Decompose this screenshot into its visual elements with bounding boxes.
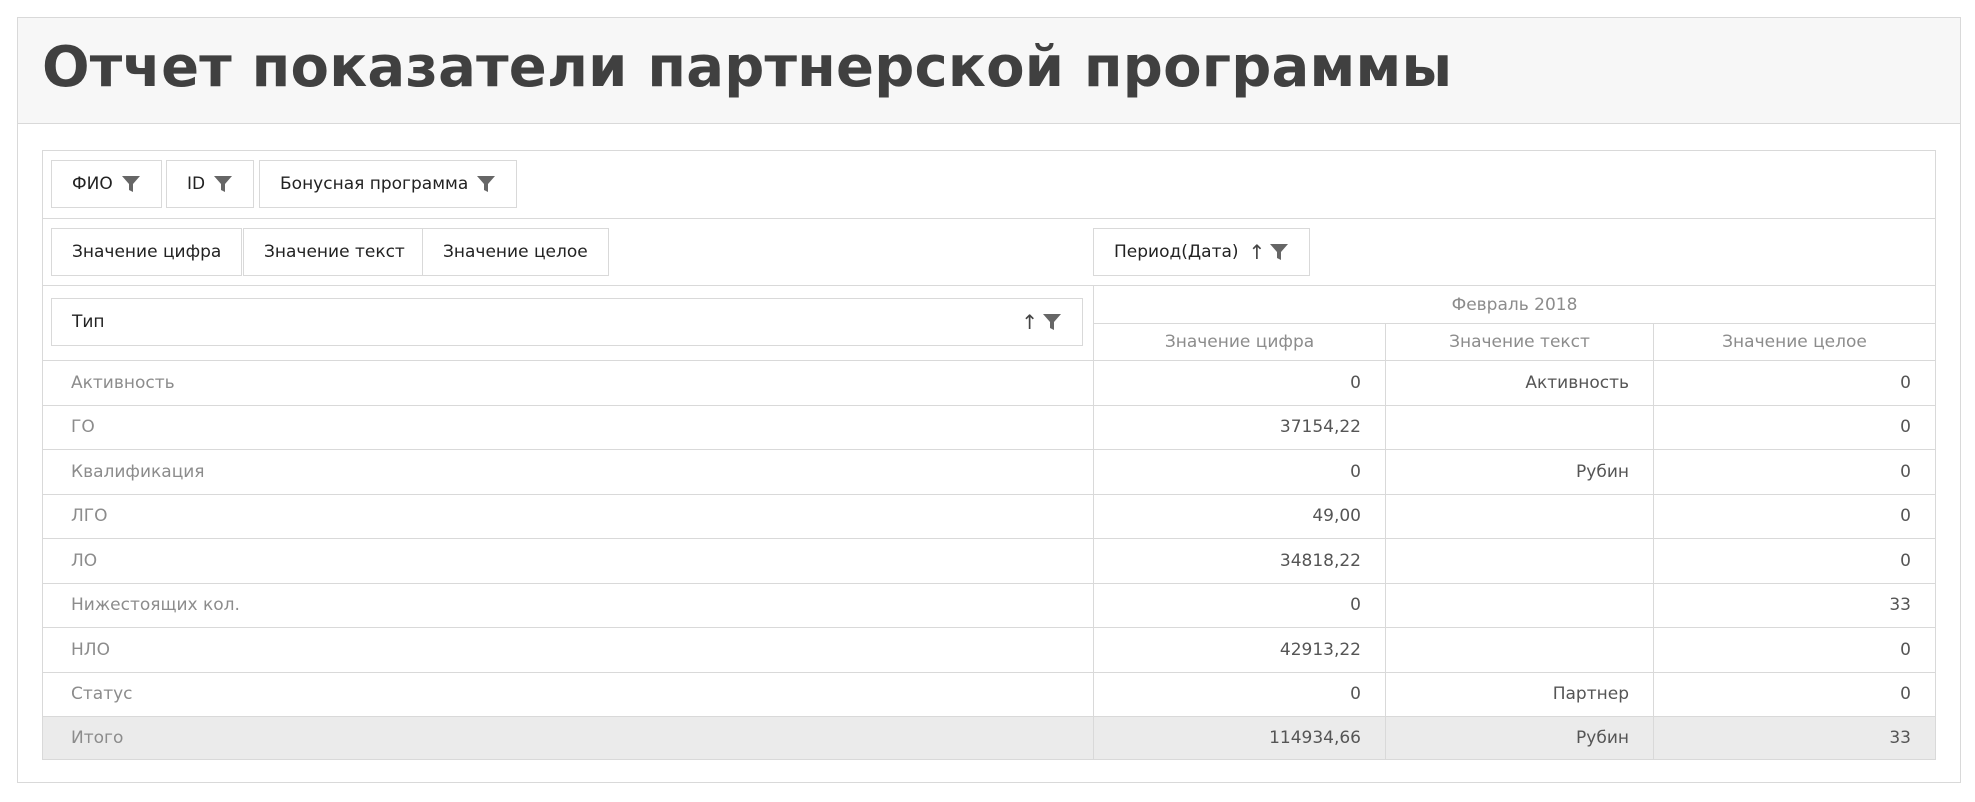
sort-ascending-icon[interactable]: ↑ [1021, 312, 1038, 332]
total-label: Итого [71, 728, 124, 748]
table-row: Статус 0 Партнер 0 [43, 672, 1935, 717]
cell-integer: 0 [1653, 494, 1935, 538]
total-text: Рубин [1385, 717, 1653, 759]
filter-funnel-icon[interactable] [121, 174, 141, 194]
table-row: Квалификация 0 Рубин 0 [43, 450, 1935, 495]
column-header-integer: Значение целое [1653, 324, 1935, 361]
cell-number: 0 [1093, 672, 1385, 716]
row-label: Нижестоящих кол. [71, 595, 240, 616]
table-row: ЛО 34818,22 0 [43, 539, 1935, 584]
cell-text [1385, 628, 1653, 672]
cell-number: 49,00 [1093, 494, 1385, 538]
cell-number: 42913,22 [1093, 628, 1385, 672]
row-label: ЛО [71, 550, 98, 571]
cell-integer: 0 [1653, 539, 1935, 583]
row-label: ЛГО [71, 506, 108, 527]
filter-area: ФИО ID Бонусная программа [43, 151, 1935, 219]
column-field-chip-period[interactable]: Период(Дата) ↑ [1093, 228, 1311, 276]
cell-text: Партнер [1385, 672, 1653, 716]
filter-funnel-icon[interactable] [476, 174, 496, 194]
column-header-text: Значение текст [1385, 324, 1653, 361]
cell-number: 0 [1093, 583, 1385, 627]
field-chip-label: Значение цифра [72, 242, 222, 262]
data-field-chip-number[interactable]: Значение цифра [51, 228, 243, 276]
period-column-header: Февраль 2018 [1093, 286, 1935, 324]
column-header-number: Значение цифра [1093, 324, 1385, 361]
page-header: Отчет показатели партнерской программы [18, 18, 1960, 124]
filter-funnel-icon[interactable] [213, 174, 233, 194]
row-label: Статус [71, 684, 133, 705]
field-chip-id[interactable]: ID [166, 160, 255, 208]
cell-integer: 33 [1653, 583, 1935, 627]
cell-text [1385, 405, 1653, 449]
field-chip-label: Значение текст [264, 242, 405, 262]
filter-funnel-icon[interactable] [1042, 312, 1062, 332]
field-chip-bonus-program[interactable]: Бонусная программа [259, 160, 518, 208]
row-label: Активность [71, 372, 175, 393]
cell-text: Активность [1385, 361, 1653, 405]
cell-integer: 0 [1653, 628, 1935, 672]
sort-ascending-icon[interactable]: ↑ [1249, 242, 1266, 262]
field-chip-label: Тип [72, 312, 105, 332]
field-chip-label: ФИО [72, 174, 113, 194]
cell-text: Рубин [1385, 450, 1653, 494]
filter-funnel-icon[interactable] [1269, 242, 1289, 262]
cell-number: 37154,22 [1093, 405, 1385, 449]
cell-integer: 0 [1653, 672, 1935, 716]
field-chip-label: Значение целое [443, 242, 588, 262]
row-label: ГО [71, 417, 95, 438]
page-title: Отчет показатели партнерской программы [42, 35, 1453, 100]
data-and-column-area: Значение цифра Значение текст Значение ц… [43, 219, 1935, 286]
table-row: Активность 0 Активность 0 [43, 361, 1935, 406]
field-chip-label: Период(Дата) [1114, 242, 1239, 262]
cell-integer: 0 [1653, 361, 1935, 405]
cell-text [1385, 494, 1653, 538]
field-chip-fio[interactable]: ФИО [51, 160, 162, 208]
total-integer: 33 [1653, 717, 1935, 759]
cell-number: 0 [1093, 361, 1385, 405]
cell-integer: 0 [1653, 450, 1935, 494]
table-row: Нижестоящих кол. 0 33 [43, 583, 1935, 628]
data-field-chip-text[interactable]: Значение текст [243, 228, 426, 276]
table-row: ГО 37154,22 0 [43, 405, 1935, 450]
cell-number: 34818,22 [1093, 539, 1385, 583]
table-body: Активность 0 Активность 0 ГО 37154,22 0 … [43, 361, 1935, 759]
cell-text [1385, 583, 1653, 627]
row-field-chip-type[interactable]: Тип ↑ [51, 298, 1083, 346]
row-header-area: Тип ↑ [43, 286, 1093, 361]
table-row: НЛО 42913,22 0 [43, 628, 1935, 673]
table-row: ЛГО 49,00 0 [43, 494, 1935, 539]
grand-total-row: Итого 114934,66 Рубин 33 [43, 717, 1935, 759]
cell-text [1385, 539, 1653, 583]
cell-number: 0 [1093, 450, 1385, 494]
field-chip-label: ID [187, 174, 206, 194]
total-number: 114934,66 [1093, 717, 1385, 759]
row-label: Квалификация [71, 461, 205, 482]
row-label: НЛО [71, 639, 110, 660]
field-chip-label: Бонусная программа [280, 174, 469, 194]
cell-integer: 0 [1653, 405, 1935, 449]
pivot-grid: ФИО ID Бонусная программа Значение цифра… [42, 150, 1936, 760]
data-field-chip-integer[interactable]: Значение целое [422, 228, 609, 276]
